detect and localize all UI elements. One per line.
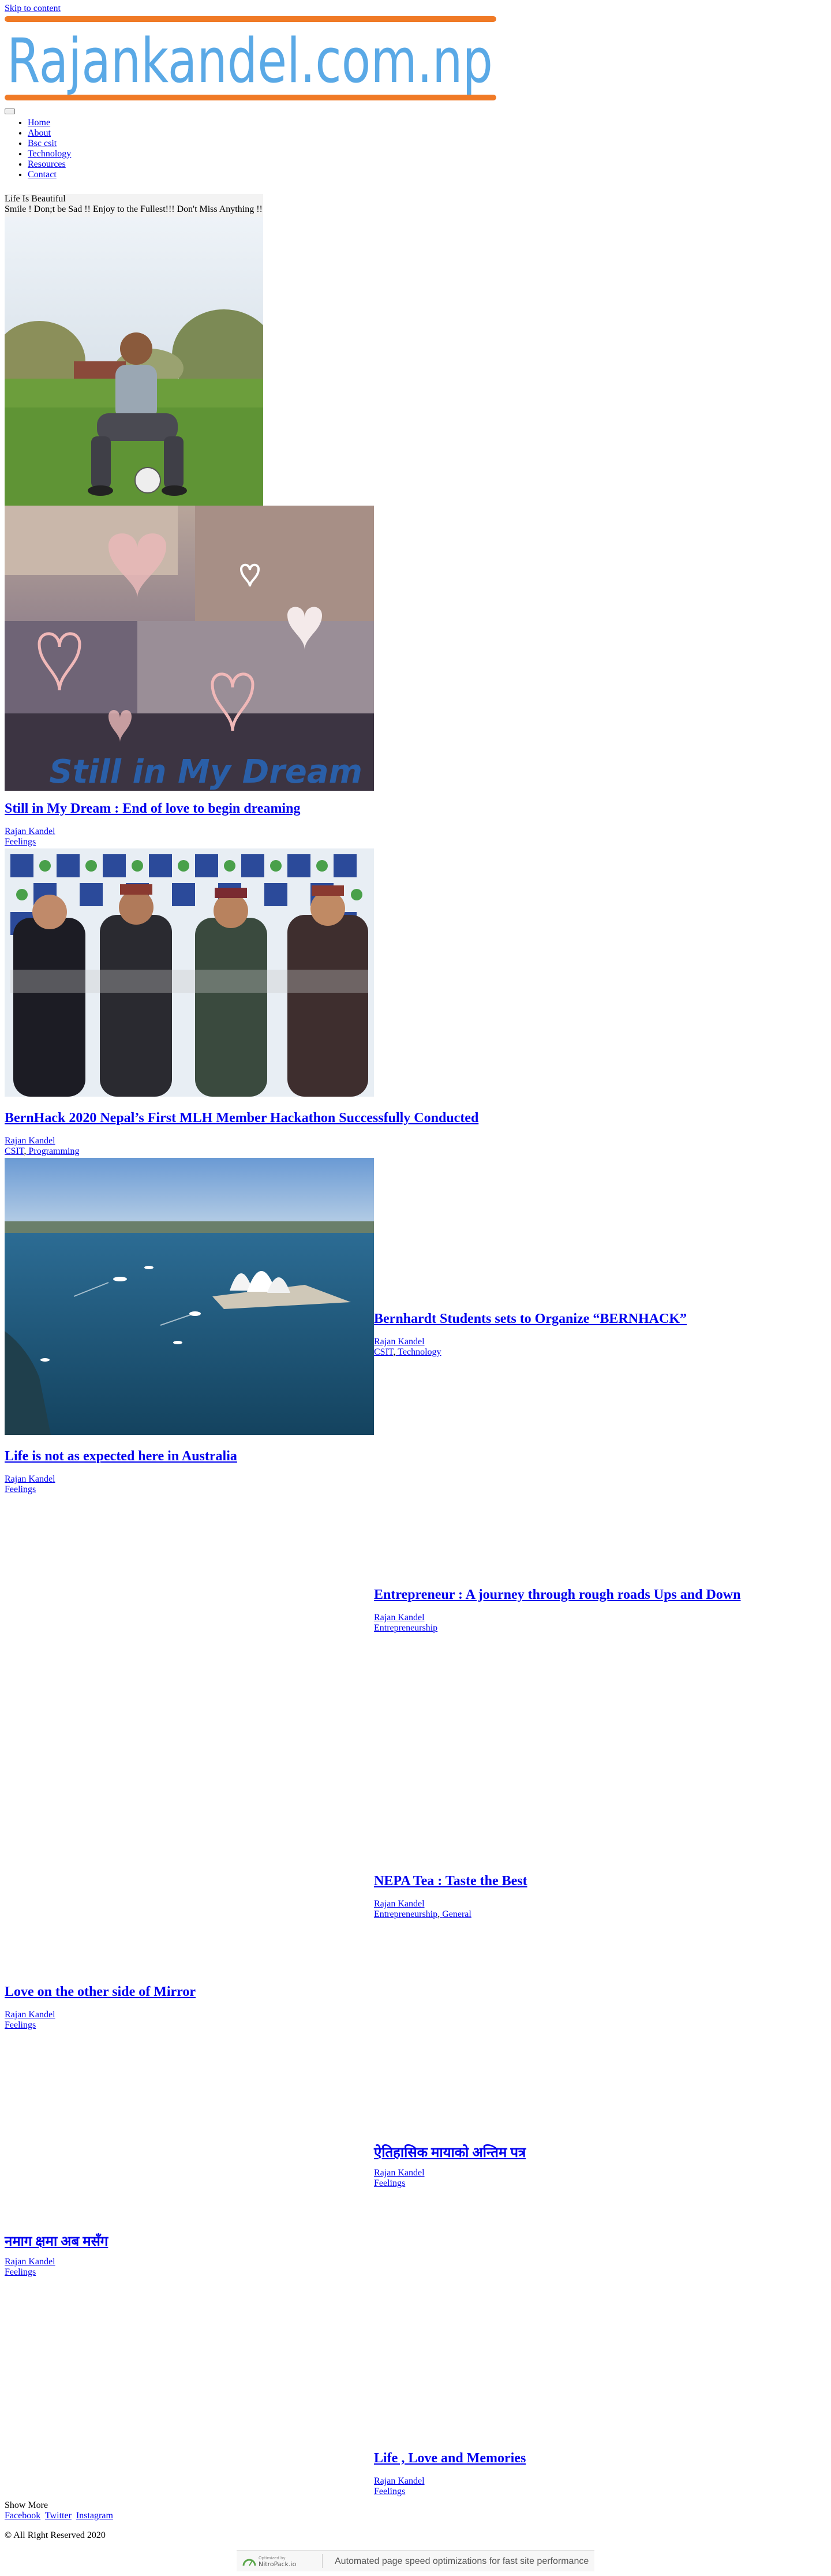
profile-title: Life Is Beautiful bbox=[5, 194, 66, 204]
post-category-link[interactable]: General bbox=[442, 1909, 471, 1919]
nitropack-logo-icon[interactable]: Optimized by NitroPack.io bbox=[241, 2553, 316, 2569]
logo-small-text: Optimized by bbox=[259, 2556, 286, 2560]
optimization-message: Automated page speed optimizations for f… bbox=[335, 2556, 589, 2566]
post-author-link[interactable]: Rajan Kandel bbox=[5, 1474, 55, 1485]
instagram-link[interactable]: Instagram bbox=[76, 2511, 113, 2521]
post-title[interactable]: Life is not as expected here in Australi… bbox=[5, 1449, 237, 1464]
facebook-link[interactable]: Facebook bbox=[5, 2511, 40, 2521]
post-author-link[interactable]: Rajan Kandel bbox=[374, 2168, 425, 2178]
post-image[interactable]: Still in My Dream bbox=[5, 506, 374, 791]
logo-top-bar bbox=[5, 16, 496, 22]
post-title[interactable]: ऐतिहासिक मायाको अन्तिम पत्र bbox=[374, 2143, 526, 2162]
post-categories: CSIT, Technology bbox=[374, 1347, 441, 1357]
post-category-link[interactable]: Programming bbox=[28, 1146, 79, 1156]
divider bbox=[322, 2554, 323, 2568]
post-author-link[interactable]: Rajan Kandel bbox=[374, 1899, 425, 1909]
post-category-link[interactable]: Entrepreneurship bbox=[374, 1909, 437, 1919]
nav-item-technology[interactable]: Technology bbox=[28, 149, 71, 159]
post-title[interactable]: Still in My Dream : End of love to begin… bbox=[5, 801, 300, 817]
post-author-link[interactable]: Rajan Kandel bbox=[5, 2257, 55, 2267]
post-title[interactable]: BernHack 2020 Nepal’s First MLH Member H… bbox=[5, 1111, 478, 1126]
profile-tagline: Smile ! Don;t be Sad !! Enjoy to the Ful… bbox=[5, 204, 263, 214]
optimization-badge-bar: Optimized by NitroPack.io Automated page… bbox=[237, 2550, 594, 2571]
menu-toggle-button[interactable] bbox=[5, 109, 15, 114]
nav-item-about[interactable]: About bbox=[28, 128, 71, 139]
site-logo[interactable]: Rajankandel.com.np bbox=[5, 16, 496, 100]
post-category-link[interactable]: Feelings bbox=[5, 837, 36, 847]
post-categories: Entrepreneurship, General bbox=[374, 1909, 471, 1919]
twitter-link[interactable]: Twitter bbox=[45, 2511, 72, 2521]
nav-item-contact[interactable]: Contact bbox=[28, 170, 71, 180]
post-category-link[interactable]: CSIT bbox=[374, 1347, 393, 1357]
post-author-link[interactable]: Rajan Kandel bbox=[374, 2476, 425, 2487]
logo-name-text: NitroPack.io bbox=[259, 2560, 296, 2568]
post-title[interactable]: नमाग क्षमा अब मसँग bbox=[5, 2231, 108, 2250]
post-image-caption: Still in My Dream bbox=[49, 753, 362, 791]
post-title[interactable]: NEPA Tea : Taste the Best bbox=[374, 1874, 527, 1889]
post-title[interactable]: Love on the other side of Mirror bbox=[5, 1984, 196, 2000]
post-categories: CSIT, Programming bbox=[5, 1146, 80, 1156]
post-category-link[interactable]: Feelings bbox=[5, 2020, 36, 2031]
nav-item-resources[interactable]: Resources bbox=[28, 159, 71, 170]
post-author-link[interactable]: Rajan Kandel bbox=[5, 2010, 55, 2020]
social-links: Facebook Twitter Instagram bbox=[5, 2511, 115, 2521]
post-image[interactable] bbox=[5, 1158, 374, 1435]
profile-photo bbox=[5, 217, 263, 506]
post-category-link[interactable]: Feelings bbox=[5, 2267, 36, 2278]
nav-item-home[interactable]: Home bbox=[28, 118, 71, 128]
post-category-link[interactable]: Feelings bbox=[5, 1485, 36, 1495]
post-title[interactable]: Bernhardt Students sets to Organize “BER… bbox=[374, 1311, 687, 1327]
post-author-link[interactable]: Rajan Kandel bbox=[5, 827, 55, 837]
post-author-link[interactable]: Rajan Kandel bbox=[5, 1136, 55, 1146]
skip-to-content-link[interactable]: Skip to content bbox=[5, 3, 61, 14]
nav-item-bsc-csit[interactable]: Bsc csit bbox=[28, 139, 71, 149]
post-category-link[interactable]: Feelings bbox=[374, 2178, 405, 2189]
post-author-link[interactable]: Rajan Kandel bbox=[374, 1613, 425, 1623]
post-image[interactable] bbox=[5, 848, 374, 1097]
post-category-link[interactable]: CSIT bbox=[5, 1146, 24, 1156]
show-more-button[interactable]: Show More bbox=[5, 2500, 48, 2511]
post-category-link[interactable]: Feelings bbox=[374, 2487, 405, 2497]
post-author-link[interactable]: Rajan Kandel bbox=[374, 1337, 425, 1347]
logo-text: Rajankandel.com.np bbox=[7, 25, 493, 96]
post-title[interactable]: Entrepreneur : A journey through rough r… bbox=[374, 1587, 740, 1603]
copyright-text: © All Right Reserved 2020 bbox=[5, 2530, 106, 2540]
post-title[interactable]: Life , Love and Memories bbox=[374, 2451, 526, 2466]
post-category-link[interactable]: Technology bbox=[398, 1347, 441, 1357]
primary-nav: Home About Bsc csit Technology Resources… bbox=[5, 118, 71, 180]
logo-image: Rajankandel.com.np bbox=[5, 16, 496, 100]
post-category-link[interactable]: Entrepreneurship bbox=[374, 1623, 437, 1633]
